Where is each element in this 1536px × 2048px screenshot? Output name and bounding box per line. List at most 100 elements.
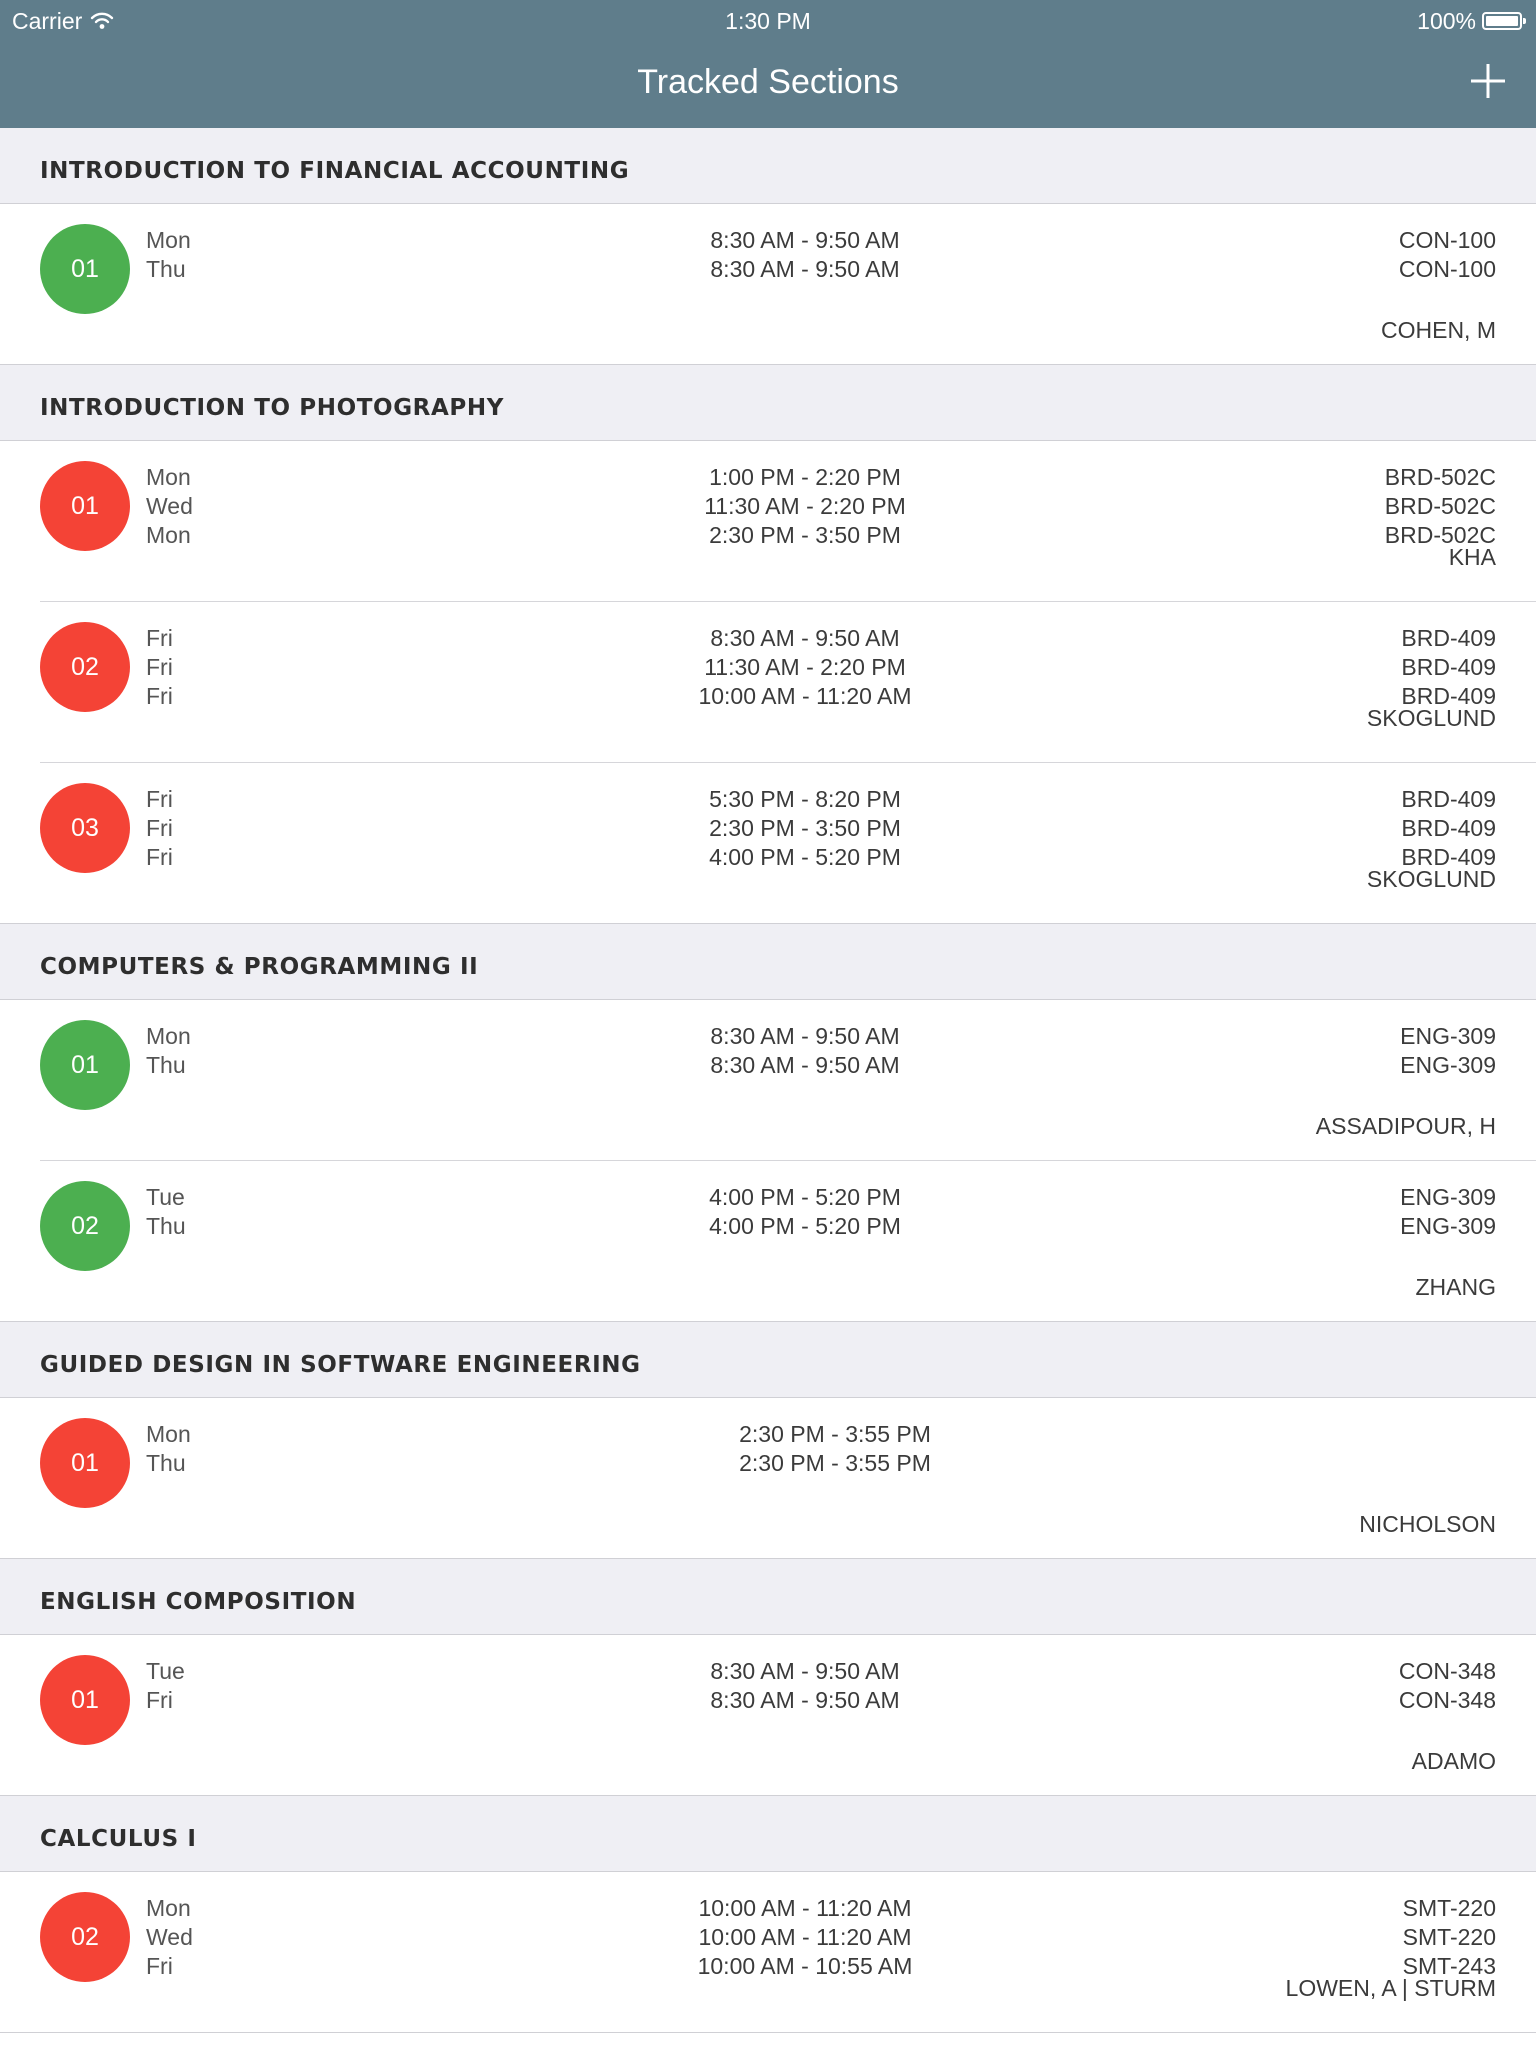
section-row[interactable]: 03 Fri Fri Fri 5:30 PM - 8:20 PM 2:30 PM - 3:… (0, 763, 1536, 924)
meeting-time: 4:00 PM - 5:20 PM (709, 844, 901, 870)
page-title: Tracked Sections (637, 63, 899, 101)
meeting-room: ENG-309 (1400, 1213, 1496, 1239)
meeting-times: 10:00 AM - 11:20 AM 10:00 AM - 11:20 AM 10… (620, 1894, 990, 1981)
meeting-times: 2:30 PM - 3:55 PM 2:30 PM - 3:55 PM (650, 1420, 1020, 1478)
meeting-rooms: CON-100 CON-100 (1399, 226, 1496, 284)
meeting-times: 4:00 PM - 5:20 PM 4:00 PM - 5:20 PM (620, 1183, 990, 1241)
course-group: COMPUTERS & PROGRAMMING II 01 Mon Thu 8:30 A… (0, 924, 1536, 1322)
meeting-time: 4:00 PM - 5:20 PM (709, 1184, 901, 1210)
meeting-time: 10:00 AM - 11:20 AM (698, 1895, 912, 1921)
meeting-room: BRD-409 (1401, 625, 1496, 651)
meeting-time: 10:00 AM - 11:20 AM (698, 683, 912, 709)
instructor-name: ASSADIPOUR, H (1315, 1113, 1496, 1139)
meeting-rooms: BRD-502C BRD-502C BRD-502C (1385, 463, 1496, 550)
meeting-day: Thu (146, 1450, 186, 1476)
navigation-bar: Carrier 1:30 PM 100% Tracked Sections (0, 0, 1536, 128)
meeting-rooms: BRD-409 BRD-409 BRD-409 (1401, 785, 1496, 872)
meeting-room: CON-348 (1398, 1658, 1496, 1684)
meeting-room: ENG-309 (1400, 1023, 1496, 1049)
section-number-badge: 01 (40, 1020, 130, 1110)
instructor-name: LOWEN, A | STURM (1285, 1975, 1496, 2001)
meeting-day: Thu (146, 1052, 186, 1078)
meeting-day: Fri (146, 815, 173, 841)
instructor-name: ZHANG (1415, 1274, 1497, 1300)
section-row[interactable]: 01 Tue Fri 8:30 AM - 9:50 AM 8:30 AM - 9:50 … (0, 1635, 1536, 1796)
meeting-time: 11:30 AM - 2:20 PM (704, 493, 906, 519)
course-header: INTRODUCTION TO PHOTOGRAPHY (0, 365, 1536, 441)
status-battery: 100% (1417, 4, 1526, 38)
meeting-time: 1:00 PM - 2:20 PM (709, 464, 901, 490)
course-header: INTRODUCTION TO FINANCIAL ACCOUNTING (0, 128, 1536, 204)
meeting-time: 2:30 PM - 3:55 PM (739, 1421, 931, 1447)
status-time: 1:30 PM (725, 8, 811, 34)
tracked-sections-list: INTRODUCTION TO FINANCIAL ACCOUNTING 01 Mo… (0, 128, 1536, 2033)
course-header: CALCULUS I (0, 1796, 1536, 1872)
meeting-times: 8:30 AM - 9:50 AM 8:30 AM - 9:50 AM (620, 226, 990, 284)
instructor-name: SKOGLUND (1366, 705, 1496, 731)
section-row[interactable]: 01 Mon Thu 8:30 AM - 9:50 AM 8:30 AM - 9:50 … (0, 1000, 1536, 1161)
meeting-time: 8:30 AM - 9:50 AM (710, 227, 900, 253)
section-number-badge: 01 (40, 224, 130, 314)
meeting-days: Mon Thu (146, 226, 191, 284)
meeting-time: 2:30 PM - 3:50 PM (709, 815, 901, 841)
meeting-time: 8:30 AM - 9:50 AM (710, 1052, 900, 1078)
section-row[interactable]: 02 Fri Fri Fri 8:30 AM - 9:50 AM 11:30 AM - 2… (0, 602, 1536, 763)
meeting-day: Fri (146, 654, 173, 680)
meeting-days: Tue Thu (146, 1183, 186, 1241)
section-row[interactable]: 01 Mon Wed Mon 1:00 PM - 2:20 PM 11:30 AM - 2… (0, 441, 1536, 602)
plus-icon (1471, 64, 1505, 98)
section-row[interactable]: 01 Mon Thu 8:30 AM - 9:50 AM 8:30 AM - 9:50 … (0, 204, 1536, 365)
instructor-name: ADAMO (1411, 1748, 1496, 1774)
section-number-badge: 02 (40, 622, 130, 712)
meeting-day: Fri (146, 1953, 173, 1979)
meeting-rooms: ENG-309 ENG-309 (1400, 1022, 1496, 1080)
meeting-days: Mon Wed Fri (146, 1894, 193, 1981)
instructor-name: KHA (1448, 544, 1496, 570)
meeting-time: 4:00 PM - 5:20 PM (709, 1213, 901, 1239)
meeting-room: ENG-309 (1400, 1052, 1496, 1078)
meeting-time: 8:30 AM - 9:50 AM (710, 1687, 900, 1713)
meeting-day: Mon (146, 464, 191, 490)
meeting-day: Fri (146, 844, 173, 870)
section-number-badge: 01 (40, 1418, 130, 1508)
battery-icon (1482, 12, 1526, 30)
course-header: COMPUTERS & PROGRAMMING II (0, 924, 1536, 1000)
meeting-time: 11:30 AM - 2:20 PM (704, 654, 906, 680)
section-row[interactable]: 02 Tue Thu 4:00 PM - 5:20 PM 4:00 PM - 5:20 … (0, 1161, 1536, 1322)
course-header: GUIDED DESIGN IN SOFTWARE ENGINEERING (0, 1322, 1536, 1398)
meeting-day: Fri (146, 683, 173, 709)
meeting-time: 2:30 PM - 3:55 PM (739, 1450, 931, 1476)
meeting-day: Mon (146, 1023, 191, 1049)
section-row[interactable]: 01 Mon Thu 2:30 PM - 3:55 PM 2:30 PM - 3:55 … (0, 1398, 1536, 1559)
add-section-button[interactable] (1458, 56, 1518, 106)
meeting-time: 2:30 PM - 3:50 PM (709, 522, 901, 548)
meeting-time: 10:00 AM - 10:55 AM (697, 1953, 913, 1979)
meeting-times: 8:30 AM - 9:50 AM 8:30 AM - 9:50 AM (620, 1657, 990, 1715)
section-row[interactable]: 02 Mon Wed Fri 10:00 AM - 11:20 AM 10:00 AM -… (0, 1872, 1536, 2033)
meeting-day: Wed (146, 1924, 193, 1950)
meeting-day: Fri (146, 1687, 173, 1713)
meeting-room: BRD-409 (1401, 815, 1496, 841)
section-number-badge: 01 (40, 1655, 130, 1745)
instructor-name: COHEN, M (1381, 317, 1496, 343)
meeting-day: Thu (146, 1213, 186, 1239)
instructor-name: NICHOLSON (1359, 1511, 1496, 1537)
course-group: INTRODUCTION TO PHOTOGRAPHY 01 Mon Wed Mon 1:… (0, 365, 1536, 924)
course-group: INTRODUCTION TO FINANCIAL ACCOUNTING 01 Mo… (0, 128, 1536, 365)
meeting-room: ENG-309 (1400, 1184, 1496, 1210)
meeting-rooms: SMT-220 SMT-220 SMT-243 (1403, 1894, 1496, 1981)
meeting-rooms: ENG-309 ENG-309 (1400, 1183, 1496, 1241)
meeting-days: Mon Wed Mon (146, 463, 193, 550)
meeting-day: Fri (146, 625, 173, 651)
meeting-days: Fri Fri Fri (146, 624, 173, 711)
section-number-badge: 02 (40, 1892, 130, 1982)
meeting-room: SMT-220 (1402, 1895, 1496, 1921)
section-number-badge: 01 (40, 461, 130, 551)
meeting-room: CON-100 (1398, 227, 1496, 253)
meeting-time: 8:30 AM - 9:50 AM (710, 625, 900, 651)
course-group: CALCULUS I 02 Mon Wed Fri 10:00 AM - 11:20 AM… (0, 1796, 1536, 2033)
meeting-rooms: BRD-409 BRD-409 BRD-409 (1401, 624, 1496, 711)
meeting-room: BRD-409 (1401, 786, 1496, 812)
meeting-time: 5:30 PM - 8:20 PM (709, 786, 901, 812)
meeting-day: Fri (146, 786, 173, 812)
